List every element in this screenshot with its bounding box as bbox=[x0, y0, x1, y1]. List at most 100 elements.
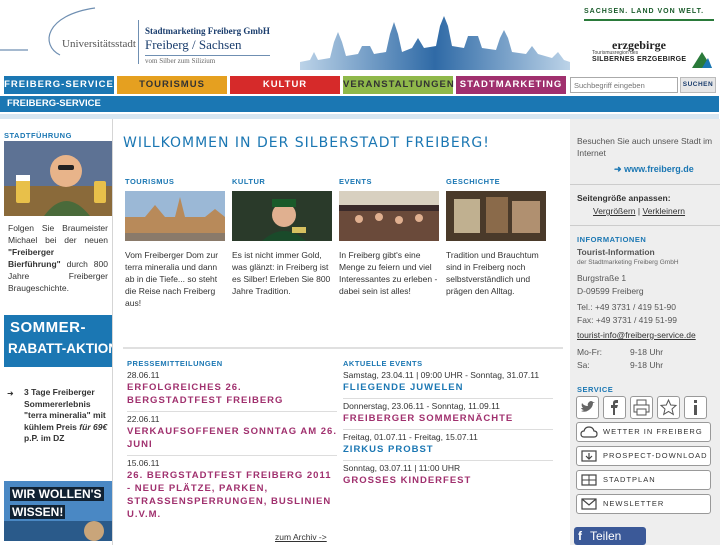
stadtfuehrung-intro: Folgen Sie Braumeister Michael bei der n… bbox=[8, 223, 108, 245]
logo-tagline: vom Silber zum Silizium bbox=[145, 55, 270, 65]
press-item[interactable]: 28.06.11 ERFOLGREICHES 26. BERGSTADTFEST… bbox=[127, 368, 337, 412]
info-zip: D-09599 Freiberg bbox=[577, 286, 644, 296]
info-icon[interactable] bbox=[684, 396, 707, 419]
kultur-image[interactable] bbox=[232, 191, 332, 241]
newsletter-button[interactable]: NEWSLETTER bbox=[576, 494, 711, 514]
press-title[interactable]: 26. BERGSTADTFEST FREIBERG 2011 - NEUE P… bbox=[127, 469, 337, 521]
press-item[interactable]: 22.06.11 VERKAUFSOFFENER SONNTAG AM 26. … bbox=[127, 412, 337, 456]
twitter-icon[interactable] bbox=[576, 396, 599, 419]
teaser-heading: EVENTS bbox=[339, 177, 373, 186]
freiberg-website-link[interactable]: ➜ www.freiberg.de bbox=[614, 164, 694, 175]
logo-divider bbox=[138, 20, 139, 64]
mail-icon bbox=[581, 498, 597, 510]
press-item[interactable]: 15.06.11 26. BERGSTADTFEST FREIBERG 2011… bbox=[127, 456, 337, 525]
event-title[interactable]: FLIEGENDE JUWELEN bbox=[343, 381, 553, 394]
logo-university-text: Universitätsstadt bbox=[62, 38, 136, 50]
event-item[interactable]: Samstag, 23.04.11 | 09:00 UHR - Sonntag,… bbox=[343, 368, 553, 399]
info-heading: INFORMATIONEN bbox=[577, 235, 647, 244]
site-header: Universitätsstadt Stadtmarketing Freiber… bbox=[0, 0, 727, 72]
event-title[interactable]: ZIRKUS PROBST bbox=[343, 443, 553, 456]
teaser-text: In Freiberg gibt's eine Menge zu feiern … bbox=[339, 250, 438, 296]
left-sidebar: STADTFÜHRUNG Folgen Sie Braumeister Mich… bbox=[0, 119, 113, 545]
promo-text[interactable]: 3 Tage Freiberger Sommererlebnis "terra … bbox=[24, 387, 110, 445]
city-map-label: STADTPLAN bbox=[603, 475, 656, 484]
nav-tab-freiberg-service[interactable]: FREIBERG-SERVICE bbox=[4, 76, 114, 94]
brewmaster-photo[interactable] bbox=[4, 141, 112, 216]
bierfuehrung-link[interactable]: "Freiberger Bierführung" bbox=[8, 247, 61, 269]
map-icon bbox=[581, 474, 597, 486]
teaser-tourismus[interactable]: TOURISMUS Vom Freiberger Dom zur terra m… bbox=[125, 177, 225, 309]
press-title[interactable]: VERKAUFSOFFENER SONNTAG AM 26. JUNI bbox=[127, 425, 337, 451]
nav-tab-stadtmarketing[interactable]: STADTMARKETING bbox=[456, 76, 566, 94]
page-size-controls: Vergrößern | Verkleinern bbox=[593, 206, 685, 216]
shrink-text-link[interactable]: Verkleinern bbox=[643, 206, 686, 216]
event-date: Freitag, 01.07.11 - Freitag, 15.07.11 bbox=[343, 432, 478, 442]
info-name: Tourist-Information bbox=[577, 247, 655, 257]
website-link-text: www.freiberg.de bbox=[624, 164, 694, 174]
facebook-f-icon: f bbox=[578, 529, 582, 543]
sachsen-slogan: SACHSEN. LAND VON WELT. bbox=[584, 8, 705, 15]
service-section: SERVICE WETTER IN FREIBERG PROSPECT-DOWN… bbox=[570, 380, 720, 545]
teaser-geschichte[interactable]: GESCHICHTE Tradition und Brauchtum sind … bbox=[446, 177, 546, 297]
press-date: 15.06.11 bbox=[127, 458, 160, 468]
event-item[interactable]: Freitag, 01.07.11 - Freitag, 15.07.11 ZI… bbox=[343, 430, 553, 461]
nav-tab-kultur[interactable]: KULTUR bbox=[230, 76, 340, 94]
teaser-heading: KULTUR bbox=[232, 177, 266, 186]
event-item[interactable]: Sonntag, 03.07.11 | 11:00 UHR GROSSES KI… bbox=[343, 461, 553, 491]
sommer-rabatt-banner[interactable]: SOMMER- RABATT-AKTION bbox=[4, 315, 112, 367]
archive-link[interactable]: zum Archiv -> bbox=[275, 532, 327, 542]
search-input[interactable] bbox=[570, 77, 678, 93]
event-date: Donnerstag, 23.06.11 - Sonntag, 11.09.11 bbox=[343, 401, 500, 411]
info-street: Burgstraße 1 bbox=[577, 273, 627, 283]
teaser-text: Es ist nicht immer Gold, was glänzt: in … bbox=[232, 250, 331, 296]
arrow-icon: ➜ bbox=[614, 164, 622, 174]
nav-tab-tourismus[interactable]: TOURISMUS bbox=[117, 76, 227, 94]
events-image[interactable] bbox=[339, 191, 439, 241]
city-map-button[interactable]: STADTPLAN bbox=[576, 470, 711, 490]
info-email-link[interactable]: tourist-info@freiberg-service.de bbox=[577, 329, 696, 341]
banner2-line-1: WIR WOLLEN'S bbox=[10, 487, 104, 501]
main-content: WILLKOMMEN IN DER SILBERSTADT FREIBERG! … bbox=[119, 119, 567, 545]
event-date: Samstag, 23.04.11 | 09:00 UHR - Sonntag,… bbox=[343, 370, 540, 380]
prospect-download-button[interactable]: PROSPECT-DOWNLOAD bbox=[576, 446, 711, 466]
event-title[interactable]: GROSSES KINDERFEST bbox=[343, 474, 553, 487]
section-separator bbox=[570, 184, 720, 185]
weather-button-label: WETTER IN FREIBERG bbox=[603, 427, 703, 436]
teaser-events[interactable]: EVENTS In Freiberg gibt's eine Menge zu … bbox=[339, 177, 439, 297]
star-icon[interactable] bbox=[657, 396, 680, 419]
logo-swoosh bbox=[0, 7, 96, 56]
facebook-icon[interactable] bbox=[603, 396, 626, 419]
press-heading: PRESSEMITTEILUNGEN bbox=[127, 359, 223, 368]
erzgebirge-silver-text: SILBERNES ERZGEBIRGE bbox=[592, 56, 687, 63]
weather-button[interactable]: WETTER IN FREIBERG bbox=[576, 422, 711, 442]
prospect-download-label: PROSPECT-DOWNLOAD bbox=[603, 451, 708, 460]
enlarge-text-link[interactable]: Vergrößern bbox=[593, 206, 636, 216]
geschichte-image[interactable] bbox=[446, 191, 546, 241]
teaser-heading: TOURISMUS bbox=[125, 177, 175, 186]
press-title[interactable]: ERFOLGREICHES 26. BERGSTADTFEST FREIBERG bbox=[127, 381, 337, 407]
teaser-kultur[interactable]: KULTUR Es ist nicht immer Gold, was glän… bbox=[232, 177, 332, 297]
newsletter-label: NEWSLETTER bbox=[603, 499, 665, 508]
tourismus-image[interactable] bbox=[125, 191, 225, 241]
print-icon[interactable] bbox=[630, 396, 653, 419]
events-heading: AKTUELLE EVENTS bbox=[343, 359, 423, 368]
download-icon bbox=[581, 450, 597, 462]
banner-line-1: SOMMER- bbox=[10, 319, 86, 336]
wir-wollens-wissen-banner[interactable]: WIR WOLLEN'S WISSEN! bbox=[4, 481, 112, 541]
hours-saturday-time: 9-18 Uhr bbox=[630, 360, 664, 370]
event-title[interactable]: FREIBERGER SOMMERNÄCHTE bbox=[343, 412, 553, 425]
promo-text-end: p.P. im DZ bbox=[24, 433, 65, 443]
section-divider bbox=[123, 347, 563, 349]
geschichte-photo bbox=[446, 191, 546, 241]
page-title: WILLKOMMEN IN DER SILBERSTADT FREIBERG! bbox=[123, 135, 490, 151]
nav-tab-veranstaltungen[interactable]: VERANSTALTUNGEN bbox=[343, 76, 454, 94]
logo[interactable]: Stadtmarketing Freiberg GmbH Freiberg / … bbox=[145, 26, 270, 65]
teaser-text: Tradition und Brauchtum sind in Freiberg… bbox=[446, 250, 539, 296]
stadtfuehrung-heading: STADTFÜHRUNG bbox=[4, 131, 72, 140]
logo-company: Stadtmarketing Freiberg GmbH bbox=[145, 26, 270, 36]
search-button[interactable]: SUCHEN bbox=[680, 77, 716, 93]
facebook-share-button[interactable]: f Teilen bbox=[574, 527, 646, 545]
event-item[interactable]: Donnerstag, 23.06.11 - Sonntag, 11.09.11… bbox=[343, 399, 553, 430]
teaser-heading: GESCHICHTE bbox=[446, 177, 501, 186]
info-subtitle: der Stadtmarketing Freiberg GmbH bbox=[577, 259, 679, 266]
